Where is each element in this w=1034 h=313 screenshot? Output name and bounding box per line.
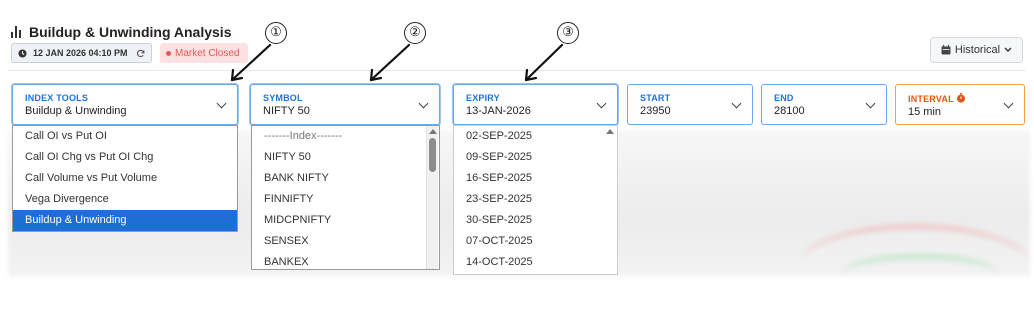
annotation-arrow-2	[369, 43, 411, 82]
annotation-arrow-3	[524, 43, 564, 82]
annotation-arrow-1	[230, 43, 272, 82]
annotation-arrows	[230, 43, 564, 82]
